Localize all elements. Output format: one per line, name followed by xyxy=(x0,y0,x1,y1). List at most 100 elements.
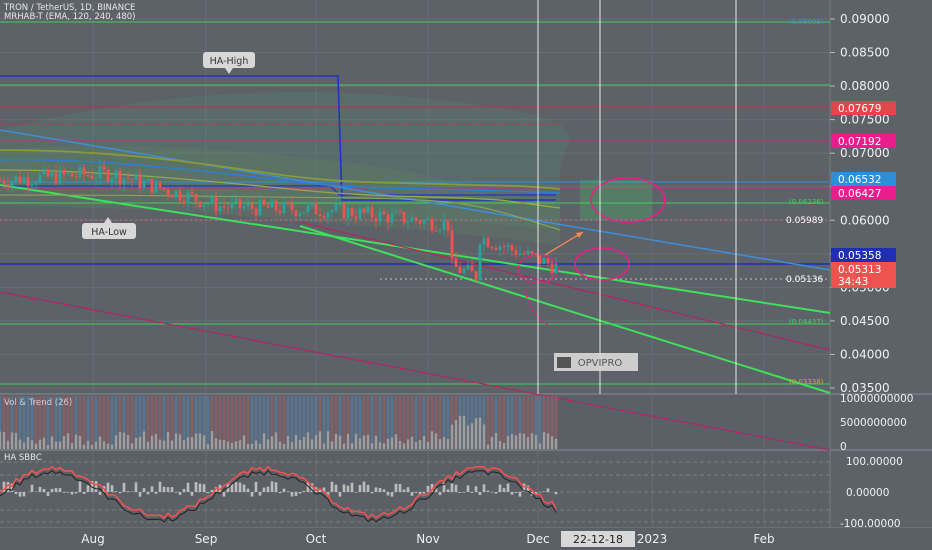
osc-histogram-bar xyxy=(494,492,498,494)
osc-histogram-bar xyxy=(486,490,490,492)
osc-histogram-bar xyxy=(298,492,302,494)
candle-body xyxy=(450,230,454,259)
candle-body xyxy=(546,258,550,264)
svg-text:0.06427: 0.06427 xyxy=(838,188,881,200)
candle-body xyxy=(458,267,462,273)
volume-bg-bar xyxy=(90,396,94,448)
candle-body xyxy=(30,184,34,186)
osc-histogram-bar xyxy=(38,486,42,492)
oscillator-pane[interactable]: HA SBBC xyxy=(0,453,830,523)
volume-bg-bar xyxy=(82,396,86,448)
volume-bg-bar xyxy=(94,396,98,448)
candle-body xyxy=(426,218,430,220)
volume-bar xyxy=(518,433,522,449)
volume-bar xyxy=(26,436,30,449)
candle-body xyxy=(206,203,210,205)
svg-text:0.05136: 0.05136 xyxy=(786,275,823,285)
volume-bar xyxy=(506,436,510,449)
volume-bar xyxy=(414,441,418,449)
volume-bar xyxy=(190,437,194,449)
candle-body xyxy=(294,210,298,217)
volume-bar xyxy=(90,444,94,449)
candle-body xyxy=(526,251,530,255)
candle-body xyxy=(422,219,426,224)
candle-body xyxy=(366,206,370,213)
osc-histogram-bar xyxy=(426,485,430,492)
volume-bar xyxy=(522,433,526,449)
candle-body xyxy=(302,212,306,214)
volume-bar xyxy=(14,432,18,449)
candle-body xyxy=(66,173,70,175)
osc-histogram-bar xyxy=(414,492,418,493)
volume-bg-bar xyxy=(130,396,134,448)
volume-bar xyxy=(302,436,306,449)
candle-body xyxy=(170,194,174,198)
volume-bar xyxy=(314,434,318,449)
volume-bar xyxy=(226,441,230,449)
candle-body xyxy=(122,178,126,185)
osc-histogram-bar xyxy=(114,491,118,492)
osc-histogram-bar xyxy=(194,482,198,492)
candle-body xyxy=(126,178,130,180)
volume-bar xyxy=(54,441,58,449)
candle-body xyxy=(262,199,266,206)
volume-bg-bar xyxy=(498,396,502,448)
volume-bar xyxy=(490,436,494,449)
candle-body xyxy=(14,176,18,181)
osc-histogram-bar xyxy=(242,484,246,492)
osc-histogram-bar xyxy=(514,492,518,493)
candle-body xyxy=(330,210,334,213)
candle-body xyxy=(346,208,350,219)
volume-bg-bar xyxy=(290,396,294,448)
osc-histogram-bar xyxy=(18,492,22,497)
candle-body xyxy=(354,216,358,219)
volume-bar xyxy=(78,435,82,449)
candle-body xyxy=(166,189,170,195)
osc-histogram-bar xyxy=(254,481,258,492)
candle-body xyxy=(198,201,202,208)
volume-bar xyxy=(0,431,2,449)
candle-body xyxy=(522,253,526,255)
candle-body xyxy=(246,203,250,207)
osc-histogram-bar xyxy=(378,488,382,492)
volume-pane[interactable]: Vol & Trend (26) xyxy=(0,396,558,449)
candle-body xyxy=(234,199,238,203)
candle-body xyxy=(50,172,54,177)
osc-histogram-bar xyxy=(234,481,238,492)
volume-bg-bar xyxy=(102,396,106,448)
osc-histogram-bar xyxy=(334,484,338,492)
osc-histogram-bar xyxy=(394,483,398,492)
candle-body xyxy=(506,245,510,248)
candle-body xyxy=(538,254,542,265)
svg-text:5000000000: 5000000000 xyxy=(840,417,907,429)
volume-bar xyxy=(406,439,410,449)
volume-bar xyxy=(2,431,6,449)
candle-body xyxy=(26,177,30,186)
volume-bar xyxy=(542,432,546,449)
osc-histogram-bar xyxy=(502,488,506,492)
volume-bar xyxy=(134,437,138,449)
osc-histogram-bar xyxy=(374,487,378,492)
volume-bg-bar xyxy=(54,396,58,448)
volume-bar xyxy=(182,440,186,449)
cursor-date-tag: 22-12-18 xyxy=(561,531,635,547)
candle-body xyxy=(282,201,286,214)
candle-body xyxy=(322,216,326,218)
volume-bar xyxy=(242,435,246,449)
price-tag-07192: 0.07192 xyxy=(831,134,896,148)
volume-bg-bar xyxy=(322,396,326,448)
candle-body xyxy=(374,217,378,222)
candle-body xyxy=(162,188,166,190)
volume-bar xyxy=(454,419,458,449)
volume-bar xyxy=(66,433,70,449)
candle-body xyxy=(10,180,14,187)
volume-bar xyxy=(206,444,210,449)
volume-bar xyxy=(286,436,290,449)
volume-bg-bar xyxy=(538,396,542,448)
candle-body xyxy=(478,244,482,281)
osc-histogram-bar xyxy=(282,488,286,492)
candle-body xyxy=(46,169,50,177)
candle-body xyxy=(230,202,234,209)
trading-chart[interactable]: TRON / TetherUS, 1D, BINANCE MRHAB-T (EM… xyxy=(0,0,932,550)
volume-bar xyxy=(498,440,502,449)
